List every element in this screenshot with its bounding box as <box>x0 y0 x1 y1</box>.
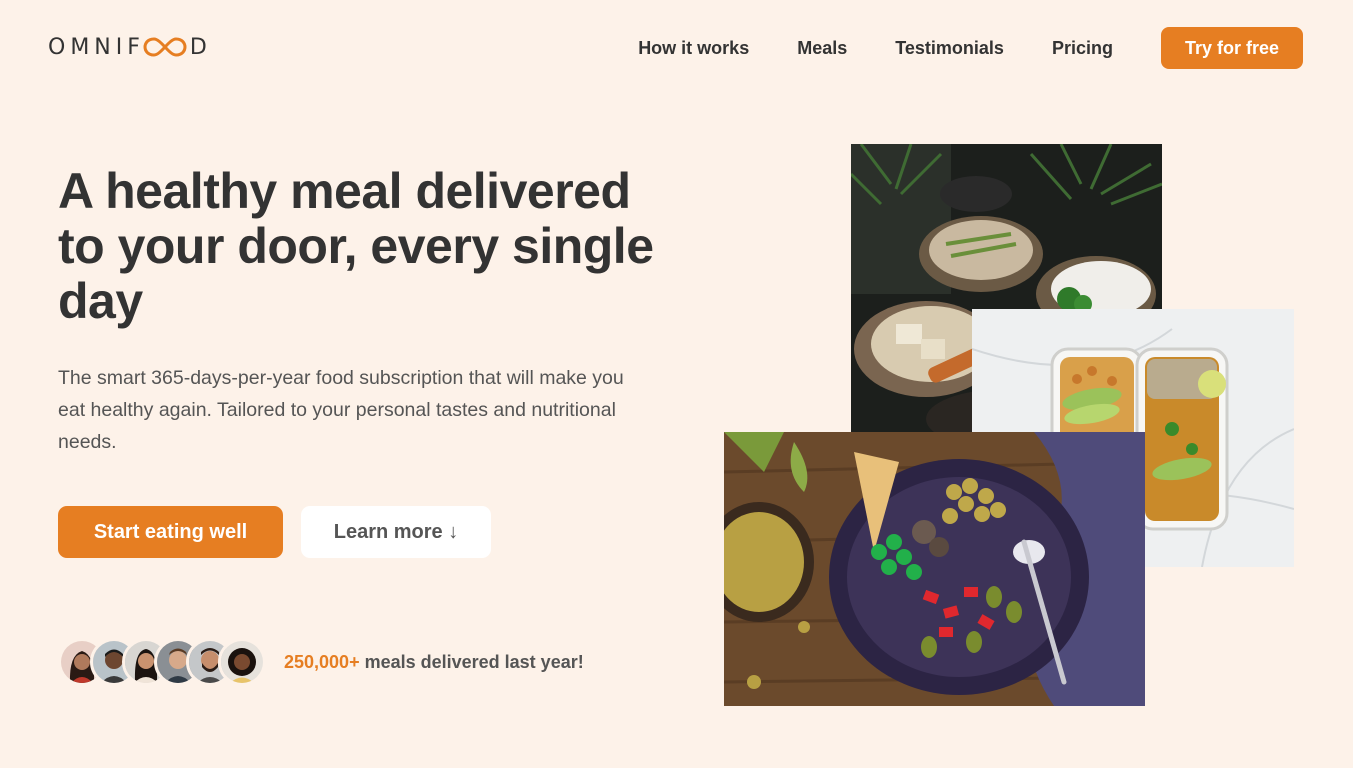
hero-image-salad-bowl <box>724 432 1145 706</box>
logo-text-left: OMNIF <box>48 34 145 60</box>
omnifood-logo[interactable]: OMNIF D <box>48 34 212 60</box>
delivered-meals: 250,000+ meals delivered last year! <box>58 638 584 686</box>
hero-title: A healthy meal delivered to your door, e… <box>58 163 654 329</box>
meals-count: 250,000+ <box>284 651 360 672</box>
hero-description: The smart 365-days-per-year food subscri… <box>58 367 624 453</box>
nav-meals[interactable]: Meals <box>797 38 847 59</box>
infinity-logo-icon <box>143 37 187 57</box>
meals-label: meals delivered last year! <box>359 651 584 672</box>
nav-pricing[interactable]: Pricing <box>1052 38 1113 59</box>
nav-how-it-works[interactable]: How it works <box>638 38 749 59</box>
nav-testimonials[interactable]: Testimonials <box>895 38 1004 59</box>
main-nav: How it works Meals Testimonials Pricing … <box>638 27 1303 69</box>
learn-more-button[interactable]: Learn more ↓ <box>301 506 491 558</box>
start-eating-well-button[interactable]: Start eating well <box>58 506 283 558</box>
logo-text-right: D <box>189 34 212 60</box>
delivered-meals-text: 250,000+ meals delivered last year! <box>284 652 584 673</box>
try-for-free-button[interactable]: Try for free <box>1160 27 1303 69</box>
avatar <box>218 638 266 686</box>
customer-avatars <box>58 638 266 686</box>
site-header: OMNIF D How it works Meals Testimonials … <box>0 0 1353 96</box>
